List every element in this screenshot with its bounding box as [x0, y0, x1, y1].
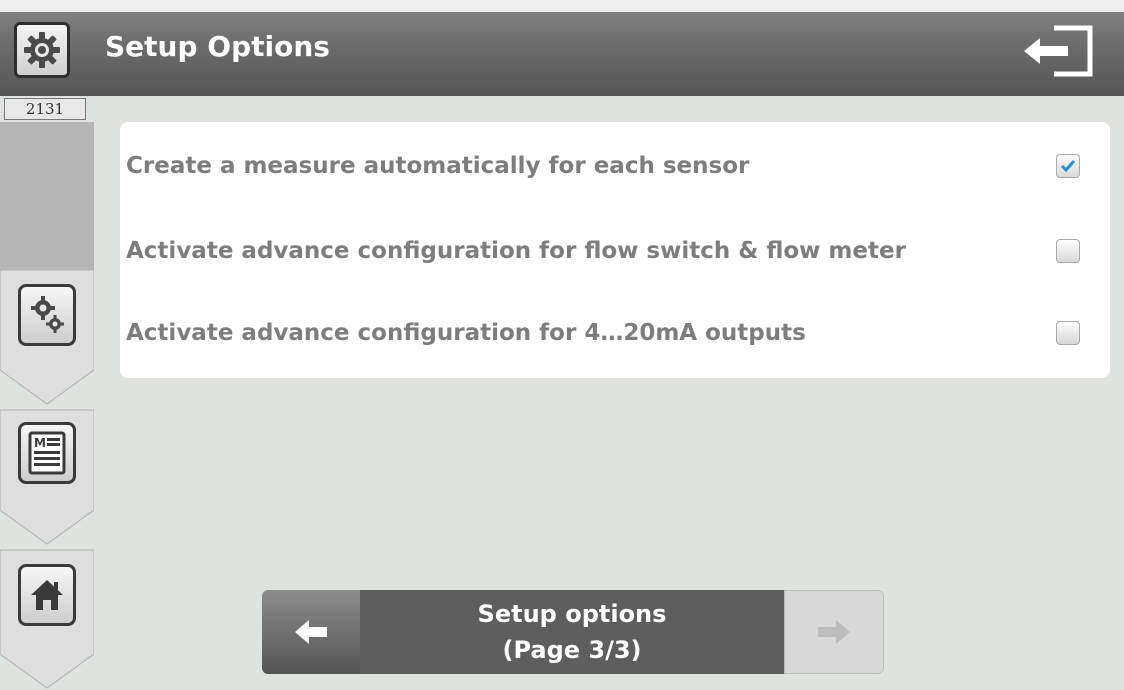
sidebar-item-home[interactable] [18, 564, 76, 626]
prev-page-button[interactable] [262, 590, 360, 674]
gear-icon [24, 32, 60, 68]
settings-gears-icon [31, 296, 64, 333]
sidebar-spacer [0, 122, 94, 272]
settings-button[interactable] [14, 22, 70, 78]
svg-text:M: M [34, 436, 46, 450]
option-checkbox-flow-config[interactable] [1056, 239, 1080, 263]
page-indicator: Setup options (Page 3/3) [360, 590, 784, 674]
sidebar-item-settings[interactable] [18, 284, 76, 346]
next-page-button[interactable] [784, 590, 884, 674]
option-label: Create a measure automatically for each … [126, 153, 750, 179]
home-icon [31, 580, 63, 610]
page-indicator-number: (Page 3/3) [502, 636, 642, 664]
menu-list-icon: M [28, 431, 66, 475]
top-strip [0, 0, 1124, 12]
arrow-left-icon [295, 620, 327, 644]
options-panel: Create a measure automatically for each … [120, 122, 1110, 378]
sidebar-item-measures[interactable]: M [18, 422, 76, 484]
exit-arrow-icon [1024, 25, 1093, 77]
option-label: Activate advance configuration for 4…20m… [126, 320, 806, 346]
option-label: Activate advance configuration for flow … [126, 238, 906, 264]
option-checkbox-ma-outputs[interactable] [1056, 321, 1080, 345]
option-checkbox-auto-measure[interactable] [1056, 154, 1080, 178]
exit-button[interactable] [1010, 18, 1102, 84]
page-navigator: Setup options (Page 3/3) [262, 590, 884, 674]
title-bar: Setup Options [0, 0, 1124, 96]
arrow-right-icon [818, 620, 850, 644]
page-indicator-title: Setup options [477, 600, 667, 628]
checkmark-icon [1060, 160, 1076, 173]
sidebar: M [0, 122, 94, 689]
screen-id-badge: 2131 [4, 98, 86, 120]
page-title: Setup Options [105, 30, 330, 63]
